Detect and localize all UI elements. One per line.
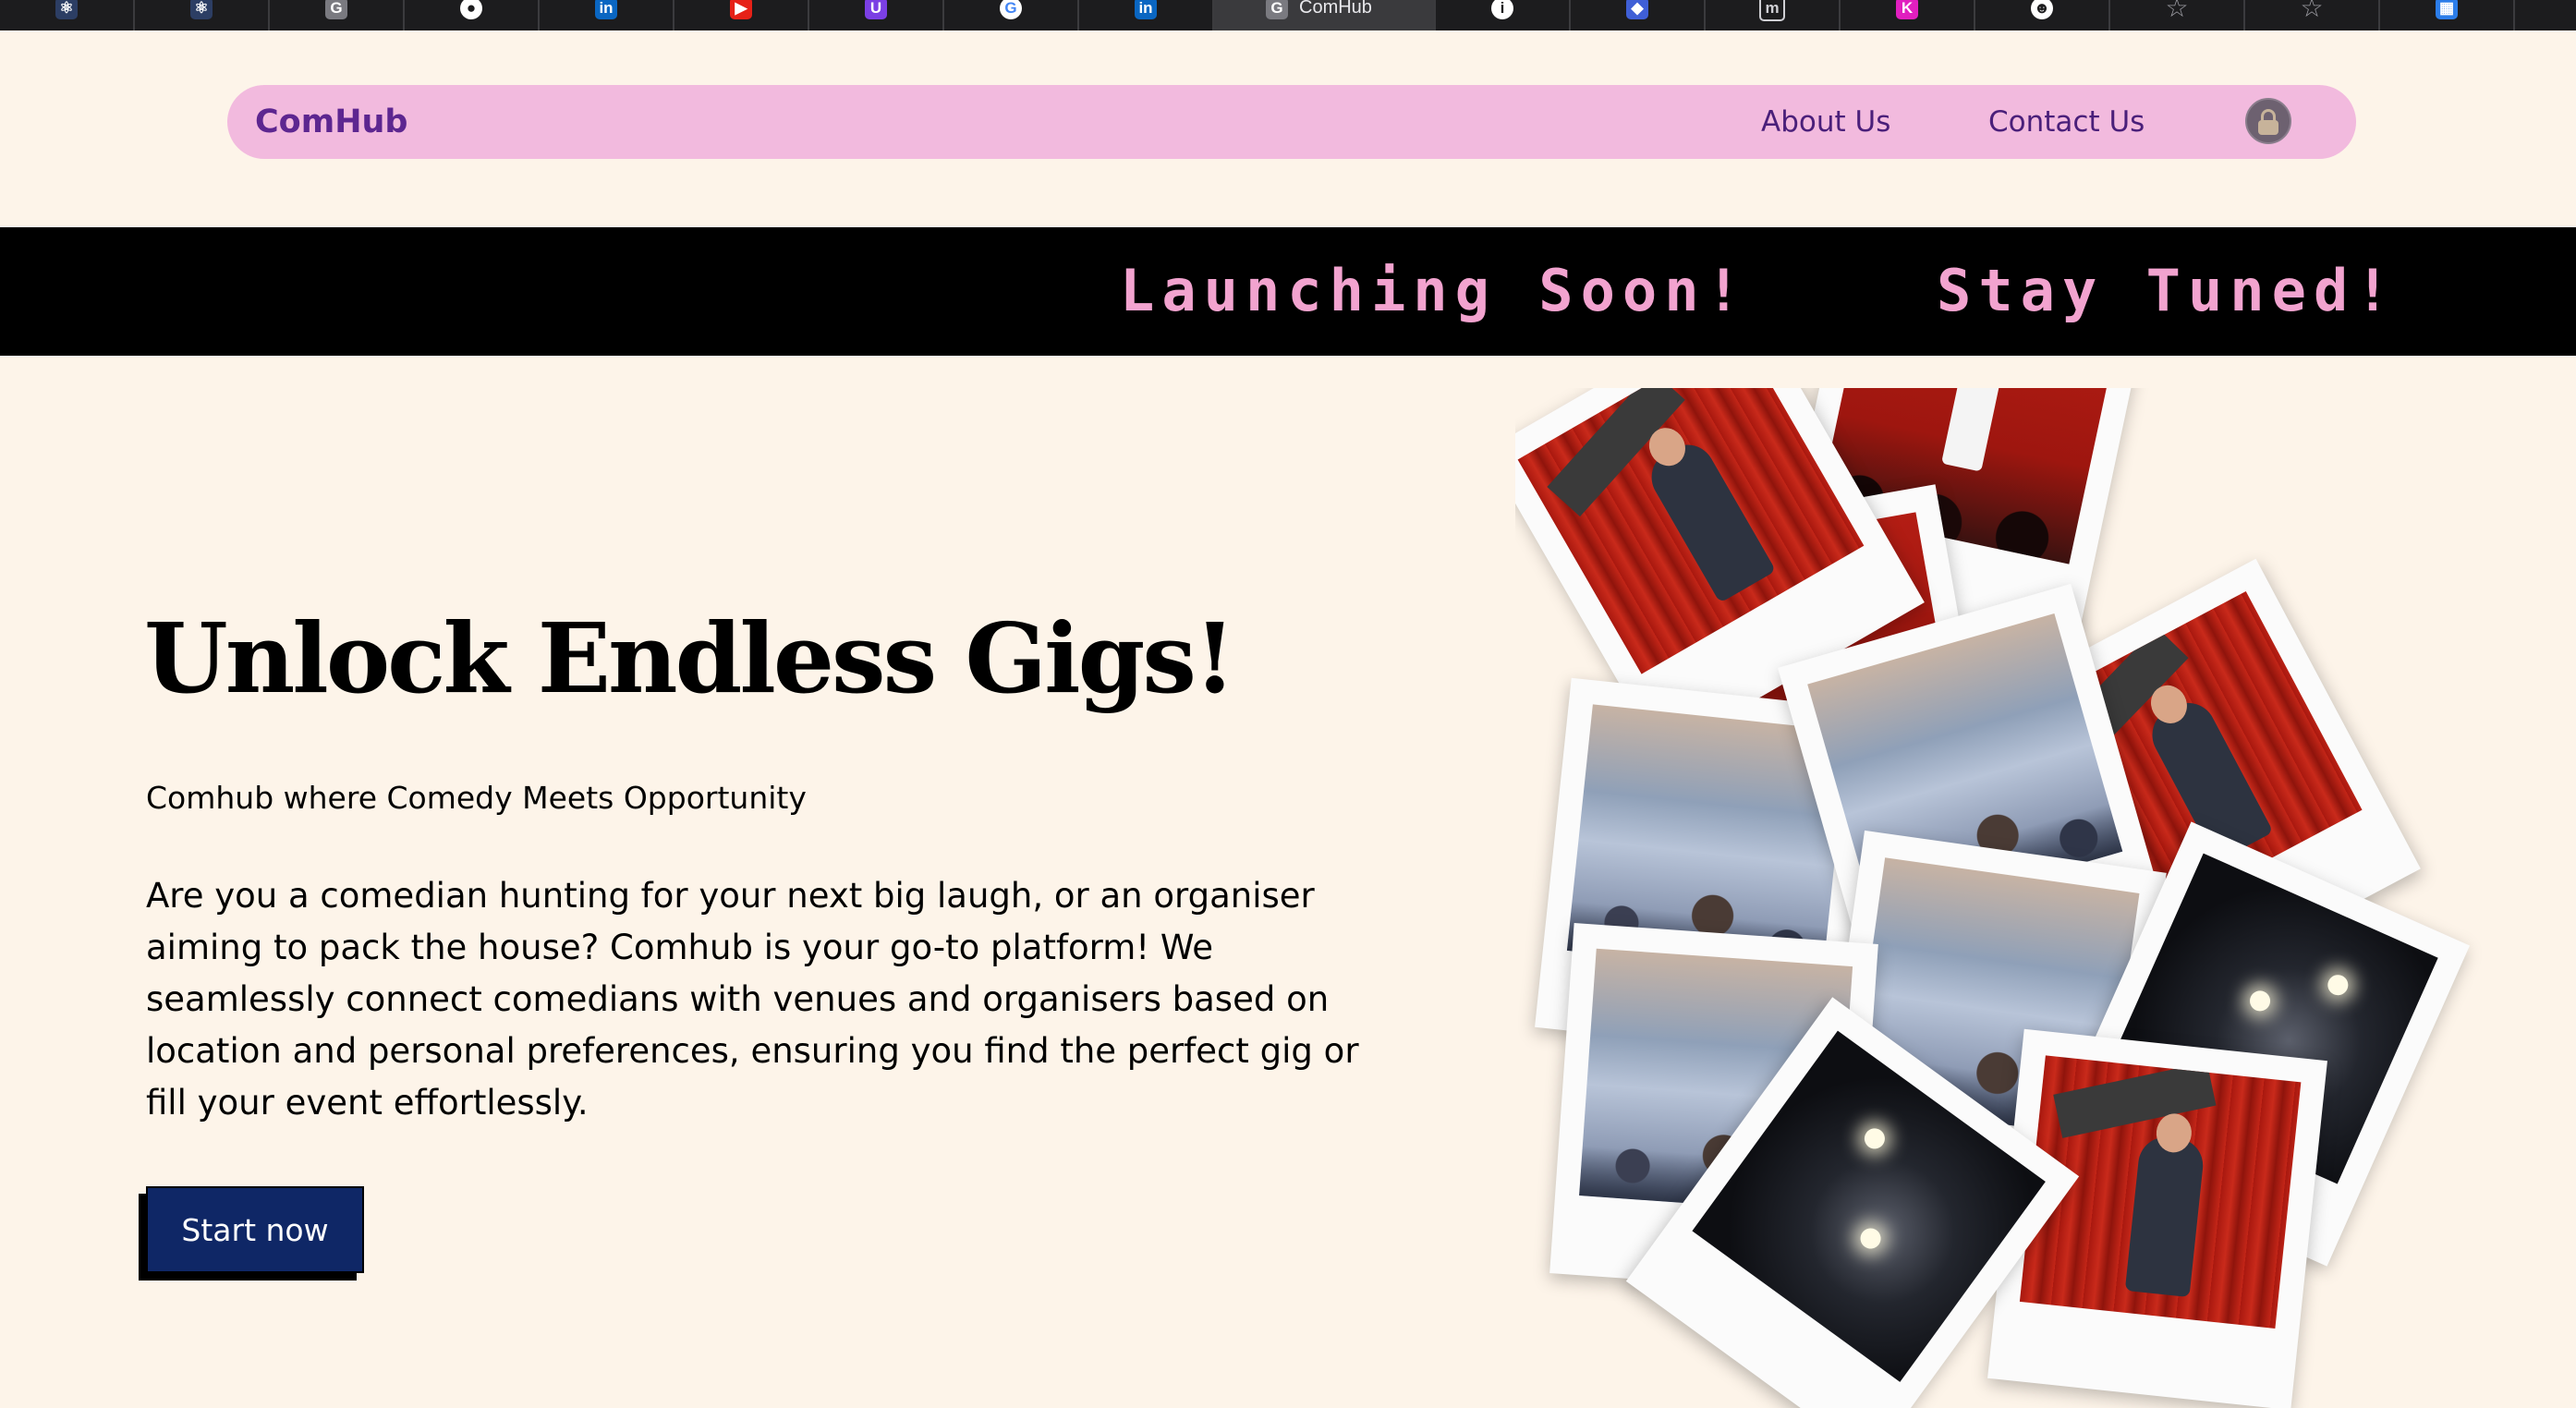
tab-title: ComHub xyxy=(1299,0,1372,18)
browser-tab[interactable]: G xyxy=(944,0,1079,30)
comedian-figure xyxy=(2124,1134,2206,1298)
smiley-icon: ☻ xyxy=(2031,0,2053,19)
browser-tab[interactable]: ▶ xyxy=(674,0,809,30)
performer-figure xyxy=(1941,388,2002,472)
browser-tab-strip: ⚛ ⚛ G ● in ▶ U Gin G ComHub i ◆ m K ☻ ☆ ☆ ▦ xyxy=(0,0,2576,30)
browser-tab[interactable]: ⚛ xyxy=(0,0,135,30)
google-icon: G xyxy=(1000,0,1022,19)
stage-light xyxy=(2324,971,2351,999)
react-icon: ⚛ xyxy=(190,0,213,19)
browser-tab[interactable]: m xyxy=(1706,0,1841,30)
g-letter-icon: G xyxy=(1266,0,1288,19)
brand-logo[interactable]: ComHub xyxy=(255,103,407,140)
stage-light xyxy=(1860,1124,1889,1153)
navbar: ComHub About Us Contact Us xyxy=(227,85,2356,159)
start-now-button[interactable]: Start now xyxy=(146,1186,364,1273)
github-icon: ● xyxy=(460,0,482,19)
polaroid-collage xyxy=(1515,388,2576,1408)
browser-tab[interactable]: ⚛ xyxy=(135,0,270,30)
linkedin-icon: in xyxy=(1135,0,1157,19)
browser-tab[interactable]: ▦ xyxy=(2380,0,2515,30)
browser-tab[interactable]: G xyxy=(270,0,405,30)
app-icon: ◆ xyxy=(1626,0,1648,19)
marquee-text-stay-tuned: Stay Tuned! xyxy=(1937,257,2398,324)
browser-tab[interactable]: U xyxy=(809,0,944,30)
browser-tab[interactable]: in xyxy=(1079,0,1214,30)
browser-tab[interactable]: K xyxy=(1841,0,1975,30)
browser-tab[interactable]: ● xyxy=(405,0,540,30)
hero-subtitle: Comhub where Comedy Meets Opportunity xyxy=(146,780,807,816)
nav-link-about-us[interactable]: About Us xyxy=(1761,103,1890,140)
hero-description: Are you a comedian hunting for your next… xyxy=(146,876,1359,1123)
lock-icon-body xyxy=(2258,120,2278,135)
browser-tab[interactable]: ☻ xyxy=(1975,0,2110,30)
react-icon: ⚛ xyxy=(55,0,78,19)
microsoft-icon: ▦ xyxy=(2436,0,2458,19)
browser-tab[interactable]: ◆ xyxy=(1571,0,1706,30)
m-letter-icon: m xyxy=(1759,0,1785,21)
announcement-marquee: Launching Soon! Stay Tuned! xyxy=(0,227,2576,356)
stage-light xyxy=(2246,987,2274,1014)
browser-tab[interactable]: in xyxy=(540,0,674,30)
marquee-text-launching: Launching Soon! xyxy=(1120,257,1748,324)
youtube-icon: ▶ xyxy=(730,0,752,19)
g-letter-icon: G xyxy=(325,0,347,19)
browser-tab-active[interactable]: G ComHub xyxy=(1214,0,1436,30)
hero-title: Unlock Endless Gigs! xyxy=(144,601,1236,715)
stage-light xyxy=(1856,1224,1885,1253)
browser-tab[interactable]: i xyxy=(1436,0,1571,30)
info-icon: i xyxy=(1491,0,1513,19)
star-icon: ☆ xyxy=(2300,0,2324,22)
linkedin-icon: in xyxy=(595,0,617,19)
u-letter-icon: U xyxy=(865,0,887,19)
user-avatar[interactable] xyxy=(2245,98,2291,144)
browser-tab[interactable]: ☆ xyxy=(2110,0,2245,30)
nav-link-contact-us[interactable]: Contact Us xyxy=(1988,103,2145,140)
star-icon: ☆ xyxy=(2165,0,2189,22)
comedy-stage-photo xyxy=(1517,388,1865,674)
k-letter-icon: K xyxy=(1896,0,1918,19)
comedy-club-sign xyxy=(2053,1062,2217,1138)
browser-tab[interactable]: ☆ xyxy=(2245,0,2380,30)
